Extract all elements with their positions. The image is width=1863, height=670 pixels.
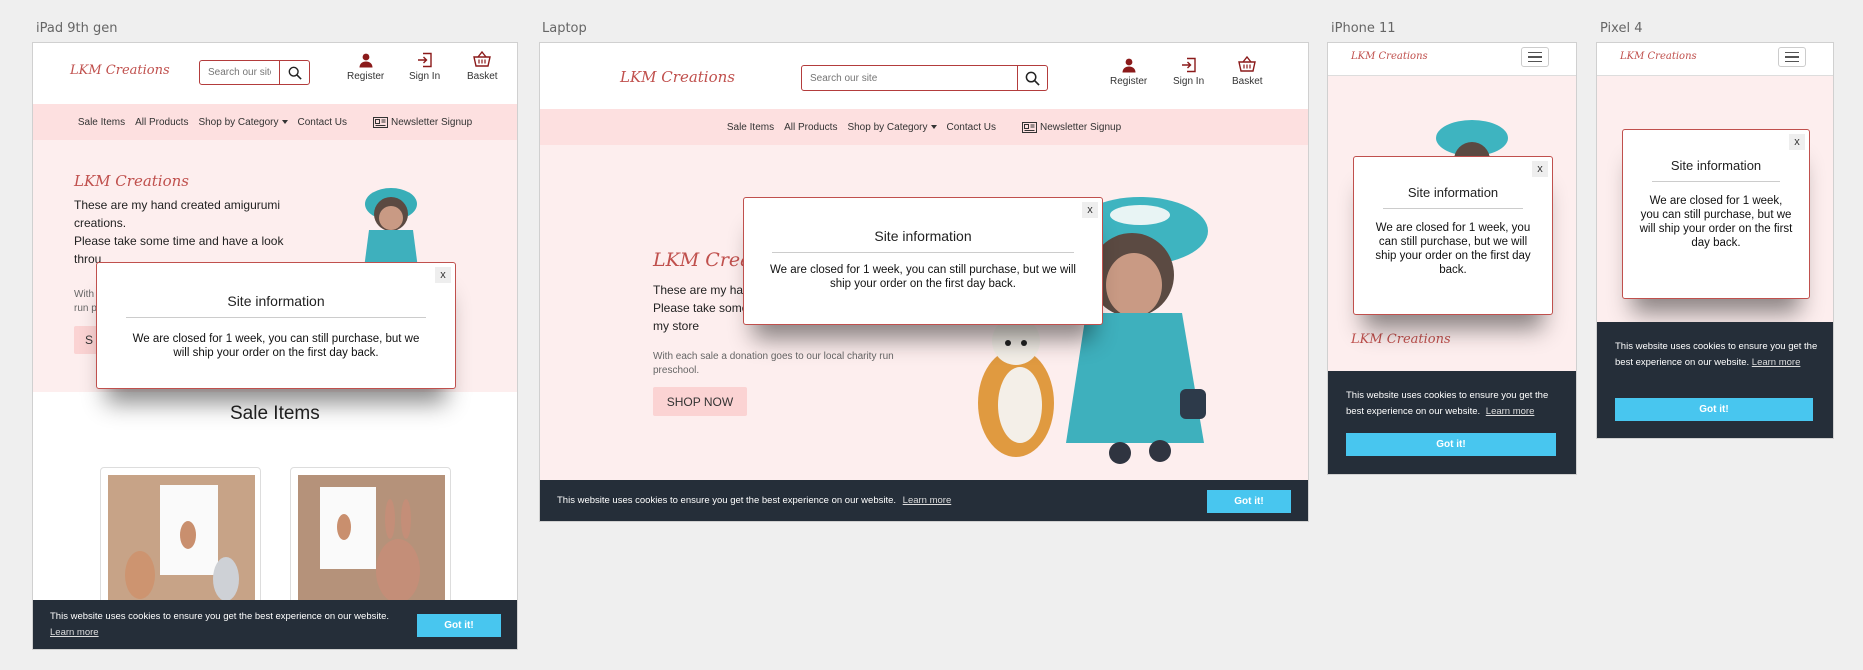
- modal-body: We are closed for 1 week, you can still …: [1375, 222, 1531, 276]
- chevron-down-icon: [930, 124, 937, 129]
- cookie-text-group: This website uses cookies to ensure you …: [1615, 339, 1820, 371]
- cookie-text-group: This website uses cookies to ensure you …: [557, 495, 951, 506]
- site-info-modal: x Site information We are closed for 1 w…: [96, 262, 456, 389]
- nav-sale-items[interactable]: Sale Items: [78, 117, 125, 128]
- main-nav: Sale Items All Products Shop by Category…: [33, 104, 517, 140]
- nav-all-products[interactable]: All Products: [784, 122, 837, 133]
- site-logo[interactable]: LKM Creations: [620, 68, 735, 86]
- site-info-modal: x Site information We are closed for 1 w…: [743, 197, 1103, 325]
- site-logo[interactable]: LKM Creations: [70, 63, 170, 78]
- cookie-banner: This website uses cookies to ensure you …: [540, 480, 1308, 521]
- modal-title: Site information: [1670, 158, 1762, 173]
- cookie-text: This website uses cookies to ensure you …: [557, 495, 897, 506]
- search-button[interactable]: [1017, 66, 1047, 90]
- newspaper-icon: [372, 116, 388, 128]
- hero-intro: These are my hand Please take some my st…: [653, 283, 757, 333]
- nav-contact-us[interactable]: Contact Us: [947, 122, 996, 133]
- main-nav: Sale Items All Products Shop by Category…: [540, 109, 1308, 145]
- cookie-learn-more-link[interactable]: Learn more: [50, 627, 99, 638]
- cookie-banner: This website uses cookies to ensure you …: [1328, 371, 1576, 474]
- modal-divider: [1383, 208, 1523, 209]
- product-card[interactable]: [290, 467, 451, 618]
- close-icon[interactable]: x: [1082, 202, 1098, 218]
- search-icon: [288, 66, 302, 80]
- modal-divider: [126, 317, 426, 318]
- register-link[interactable]: Register: [1110, 57, 1147, 87]
- modal-title: Site information: [1407, 185, 1499, 200]
- iphone-frame: LKM Creations LKM Creations x Site infor…: [1327, 42, 1577, 475]
- nav-newsletter-signup[interactable]: Newsletter Signup: [372, 116, 472, 128]
- cookie-accept-button[interactable]: Got it!: [1207, 490, 1291, 513]
- search-bar: [199, 60, 310, 85]
- basket-icon: [1238, 55, 1257, 72]
- site-info-modal: x Site information We are closed for 1 w…: [1622, 129, 1810, 299]
- product-card[interactable]: [100, 467, 261, 618]
- device-label-pixel: Pixel 4: [1600, 21, 1643, 36]
- sign-in-icon: [1181, 57, 1196, 73]
- hero-title: LKM Creations: [1351, 332, 1451, 347]
- laptop-frame: LKM Creations Register Sign In Basket Sa…: [539, 42, 1309, 522]
- menu-toggle-button[interactable]: [1521, 47, 1549, 67]
- cookie-accept-button[interactable]: Got it!: [417, 614, 501, 637]
- close-icon[interactable]: x: [435, 267, 451, 283]
- close-icon[interactable]: x: [1532, 161, 1548, 177]
- modal-title: Site information: [874, 228, 972, 244]
- signin-link[interactable]: Sign In: [1173, 57, 1204, 87]
- basket-link[interactable]: Basket: [1232, 55, 1263, 87]
- modal-body: We are closed for 1 week, you can still …: [770, 264, 1076, 290]
- basket-link[interactable]: Basket: [467, 50, 498, 82]
- search-input[interactable]: [802, 66, 1017, 90]
- user-icon: [1122, 58, 1136, 73]
- close-icon[interactable]: x: [1789, 134, 1805, 150]
- product-image: [108, 475, 255, 618]
- hero-intro: These are my hand created amigurumi crea…: [74, 198, 284, 266]
- cookie-text: This website uses cookies to ensure you …: [50, 611, 390, 622]
- hero-charity-text: With run p: [74, 289, 97, 314]
- site-info-modal: x Site information We are closed for 1 w…: [1353, 156, 1553, 315]
- pixel-frame: LKM Creations x Site information We are …: [1596, 42, 1834, 439]
- cookie-banner: This website uses cookies to ensure you …: [1597, 322, 1833, 438]
- cookie-text-group: This website uses cookies to ensure you …: [1346, 388, 1561, 420]
- signin-link[interactable]: Sign In: [409, 52, 440, 82]
- product-image: [298, 475, 445, 618]
- modal-divider: [1652, 181, 1780, 182]
- hero-title: LKM Creations: [74, 172, 189, 190]
- cookie-learn-more-link[interactable]: Learn more: [903, 495, 952, 506]
- cookie-learn-more-link[interactable]: Learn more: [1486, 406, 1535, 417]
- ipad-frame: LKM Creations Register Sign In Basket Sa…: [32, 42, 518, 650]
- shop-now-button[interactable]: SHOP NOW: [653, 387, 747, 416]
- cookie-accept-button[interactable]: Got it!: [1346, 433, 1556, 456]
- modal-title: Site information: [227, 293, 325, 309]
- nav-all-products[interactable]: All Products: [135, 117, 188, 128]
- search-bar: [801, 65, 1048, 91]
- search-input[interactable]: [200, 61, 279, 84]
- cookie-accept-button[interactable]: Got it!: [1615, 398, 1813, 421]
- modal-body: We are closed for 1 week, you can still …: [1639, 195, 1793, 249]
- modal-body: We are closed for 1 week, you can still …: [132, 333, 420, 359]
- site-logo[interactable]: LKM Creations: [1620, 51, 1697, 62]
- sale-items-heading: Sale Items: [230, 403, 320, 424]
- user-icon: [359, 53, 373, 68]
- nav-contact-us[interactable]: Contact Us: [298, 117, 347, 128]
- hero-charity-text: With each sale a donation goes to our lo…: [653, 351, 894, 376]
- modal-divider: [772, 252, 1074, 253]
- cookie-learn-more-link[interactable]: Learn more: [1752, 357, 1801, 368]
- nav-sale-items[interactable]: Sale Items: [727, 122, 774, 133]
- nav-shop-by-category[interactable]: Shop by Category: [198, 117, 288, 128]
- register-link[interactable]: Register: [347, 52, 384, 82]
- menu-toggle-button[interactable]: [1778, 47, 1806, 67]
- nav-newsletter-signup[interactable]: Newsletter Signup: [1021, 121, 1121, 133]
- sign-in-icon: [417, 52, 432, 68]
- search-button[interactable]: [279, 61, 309, 84]
- site-logo[interactable]: LKM Creations: [1351, 51, 1428, 62]
- newspaper-icon: [1021, 121, 1037, 133]
- chevron-down-icon: [281, 119, 288, 124]
- cookie-banner: This website uses cookies to ensure you …: [33, 600, 517, 649]
- basket-icon: [473, 50, 492, 67]
- device-label-iphone: iPhone 11: [1331, 21, 1396, 36]
- nav-shop-by-category[interactable]: Shop by Category: [847, 122, 937, 133]
- device-label-laptop: Laptop: [542, 21, 587, 36]
- search-icon: [1025, 71, 1040, 86]
- device-label-ipad: iPad 9th gen: [36, 21, 118, 36]
